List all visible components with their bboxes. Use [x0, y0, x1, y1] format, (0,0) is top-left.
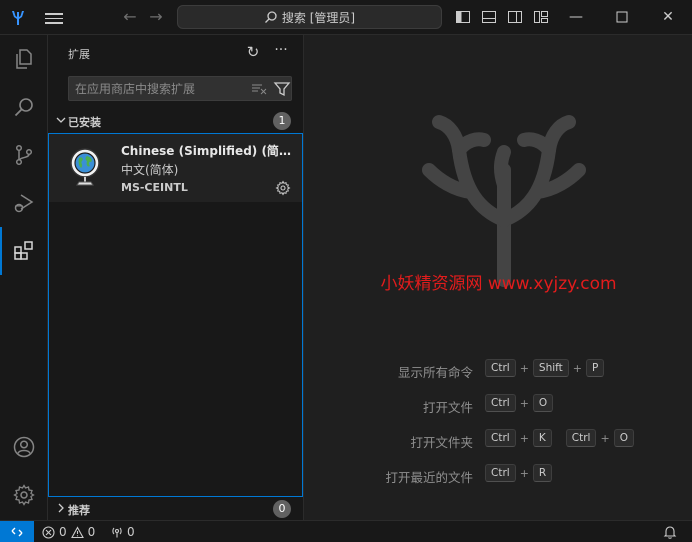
toggle-primary-sidebar-icon[interactable]	[455, 9, 471, 25]
sidebar-title: 扩展	[68, 48, 90, 61]
minimize-button[interactable]: —	[567, 8, 585, 26]
search-icon	[264, 11, 277, 23]
recommended-count-badge: 0	[273, 500, 291, 518]
shortcut-label: 打开文件夹	[410, 435, 473, 450]
keycap: P	[586, 359, 605, 377]
search-icon	[14, 98, 33, 117]
extension-search-input[interactable]	[75, 80, 245, 98]
keycap: K	[532, 429, 552, 447]
customize-layout-icon[interactable]	[533, 9, 549, 25]
plus-sign: +	[600, 431, 610, 445]
warning-count: 0	[87, 525, 96, 539]
keycap: Ctrl	[485, 464, 516, 482]
keycap: Ctrl	[565, 429, 597, 447]
shortcut-open-file[interactable]: 打开文件 Ctrl + O	[305, 394, 692, 416]
app-logo-icon	[12, 11, 24, 25]
broadcast-icon	[112, 527, 122, 538]
close-button[interactable]: ✕	[659, 8, 677, 26]
keycap: R	[532, 464, 553, 482]
command-center-search[interactable]: 搜索 [管理员]	[177, 5, 442, 29]
globe-icon	[70, 148, 100, 186]
more-actions-icon[interactable]: ···	[272, 41, 290, 59]
filter-icon[interactable]	[273, 80, 291, 98]
extension-search-box	[68, 76, 292, 101]
chevron-right-icon	[58, 503, 64, 513]
clear-filter-icon[interactable]	[251, 81, 267, 97]
toggle-secondary-sidebar-icon[interactable]	[507, 9, 523, 25]
activity-accounts[interactable]	[0, 423, 48, 471]
editor-empty-area: 小妖精资源网 www.xyjzy.com 显示所有命令 Ctrl + Shift…	[305, 35, 692, 520]
plus-sign: +	[519, 396, 529, 410]
plus-sign: +	[519, 466, 529, 480]
extensions-icon	[14, 241, 33, 260]
explorer-icon	[16, 49, 32, 69]
ports-indicator[interactable]: 0	[110, 521, 135, 542]
activity-manage[interactable]	[0, 471, 48, 519]
remote-icon	[11, 527, 23, 537]
list-item[interactable]: Chinese (Simplified) (简体中文) Language Pac…	[49, 134, 302, 202]
keycap: Ctrl	[485, 359, 516, 377]
activity-source-control[interactable]	[0, 131, 48, 179]
installed-count-badge: 1	[273, 112, 291, 130]
keycap: Ctrl	[485, 394, 516, 412]
plus-sign: +	[519, 361, 529, 375]
activity-bar	[0, 35, 48, 520]
plus-sign: +	[519, 431, 529, 445]
extension-settings-gear-icon[interactable]	[275, 180, 291, 196]
status-bar: 0 0 0	[0, 520, 692, 542]
extension-publisher: MS-CEINTL	[121, 181, 188, 194]
extension-description: 中文(简体)	[121, 163, 179, 177]
command-center-label: 搜索 [管理员]	[281, 10, 356, 25]
keycap: Ctrl	[485, 429, 516, 447]
installed-extension-list: Chinese (Simplified) (简体中文) Language Pac…	[48, 133, 303, 497]
notifications-bell-icon[interactable]	[662, 524, 678, 540]
error-count: 0	[59, 525, 67, 539]
activity-explorer[interactable]	[0, 35, 48, 83]
watermark-text: 小妖精资源网 www.xyjzy.com	[380, 274, 617, 294]
shortcut-open-recent[interactable]: 打开最近的文件 Ctrl + R	[305, 464, 692, 486]
problems-indicator[interactable]: 0 0	[42, 521, 95, 542]
keycap: Shift	[532, 359, 569, 377]
shortcut-open-folder[interactable]: 打开文件夹 Ctrl + K Ctrl + O	[305, 429, 692, 451]
run-debug-icon	[14, 194, 34, 213]
activity-extensions[interactable]	[0, 227, 48, 275]
installed-section-header[interactable]: 已安装 1	[48, 110, 304, 132]
ports-count: 0	[127, 525, 135, 539]
recommended-section-header[interactable]: 推荐 0	[48, 498, 304, 520]
installed-section-label: 已安装	[68, 116, 101, 129]
activity-run-debug[interactable]	[0, 179, 48, 227]
keycap: O	[613, 429, 634, 447]
refresh-icon[interactable]: ↻	[244, 43, 262, 61]
title-bar: ← → 搜索 [管理员] — ✕	[0, 0, 692, 35]
warning-icon	[70, 525, 84, 538]
recommended-section-label: 推荐	[68, 504, 90, 517]
error-icon	[42, 525, 55, 539]
shortcut-label: 打开文件	[422, 400, 473, 415]
forward-arrow-icon[interactable]: →	[146, 7, 166, 27]
menu-icon[interactable]	[45, 10, 63, 26]
plus-sign: +	[572, 361, 582, 375]
accounts-icon	[13, 436, 35, 458]
remote-indicator[interactable]	[0, 521, 34, 542]
shortcut-label: 打开最近的文件	[385, 470, 473, 485]
shortcut-label: 显示所有命令	[397, 365, 473, 380]
chevron-down-icon	[56, 117, 66, 123]
shortcut-show-all-commands[interactable]: 显示所有命令 Ctrl + Shift + P	[305, 359, 692, 381]
source-control-icon	[15, 144, 33, 166]
manage-gear-icon	[13, 484, 35, 506]
activity-search[interactable]	[0, 83, 48, 131]
maximize-button[interactable]	[614, 9, 630, 25]
back-arrow-icon[interactable]: ←	[120, 7, 140, 27]
extension-name: Chinese (Simplified) (简体中文) Language Pac…	[121, 144, 293, 158]
extensions-sidebar: 扩展 ↻ ··· 已安装 1	[48, 35, 304, 520]
keycap: O	[532, 394, 554, 412]
toggle-panel-icon[interactable]	[481, 9, 497, 25]
